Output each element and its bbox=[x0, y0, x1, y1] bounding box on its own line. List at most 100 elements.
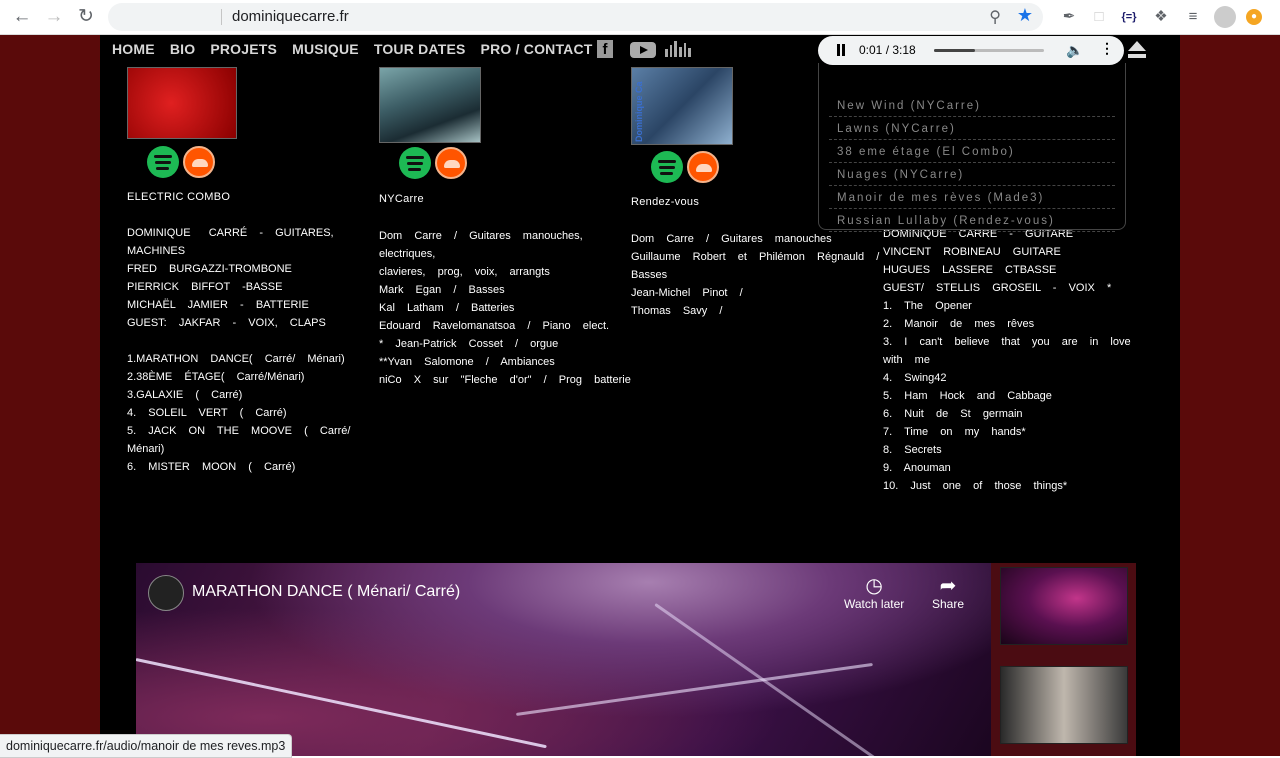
playlist-item[interactable]: Lawns (NYCarre) bbox=[829, 118, 1115, 140]
lineup-line: Edouard Ravelomanatsoa / Piano elect. bbox=[379, 320, 610, 332]
track-line: 1. The Opener bbox=[883, 300, 972, 312]
streaming-links bbox=[399, 147, 467, 179]
nav-musique[interactable]: MUSIQUE bbox=[292, 41, 359, 63]
lineup-line: HUGUES LASSERE CTBASSE bbox=[883, 264, 1057, 276]
playlist-item[interactable]: 38 eme étage (El Combo) bbox=[829, 141, 1115, 163]
streaming-links bbox=[147, 146, 215, 178]
lineup-line: PIERRICK BIFFOT -BASSE bbox=[127, 281, 283, 293]
zoom-icon[interactable]: ⚲ bbox=[989, 7, 1001, 27]
reading-list-icon[interactable]: ≡ bbox=[1182, 6, 1204, 28]
soundcloud-icon[interactable] bbox=[183, 146, 215, 178]
track-line: 3. I can't believe that you are in love bbox=[883, 336, 1131, 348]
forward-icon[interactable]: → bbox=[42, 5, 66, 29]
nav-home[interactable]: HOME bbox=[112, 41, 155, 63]
share-icon: ➦ bbox=[939, 575, 957, 597]
extensions-puzzle-icon[interactable]: ❖ bbox=[1150, 6, 1172, 28]
nav-projets[interactable]: PROJETS bbox=[210, 41, 277, 63]
clock-icon: ◷ bbox=[865, 575, 883, 597]
track-line: with me bbox=[883, 354, 930, 366]
browser-toolbar: ← → ↻ dominiquecarre.fr ⚲ ★ ✒ □ {=} ❖ ≡ … bbox=[0, 0, 1280, 35]
lineup-line: DOMINIQUE CARRÉ - GUITARES, bbox=[127, 227, 334, 239]
channel-avatar[interactable] bbox=[148, 575, 184, 611]
profile-avatar-icon[interactable] bbox=[1214, 6, 1236, 28]
track-line: 5. Ham Hock and Cabbage bbox=[883, 390, 1052, 402]
video-title[interactable]: MARATHON DANCE ( Ménari/ Carré) bbox=[192, 583, 460, 601]
back-icon[interactable]: ← bbox=[10, 5, 34, 29]
lineup-line: Jean-Michel Pinot / bbox=[631, 287, 743, 299]
playlist-item[interactable]: Manoir de mes rèves (Made3) bbox=[829, 187, 1115, 209]
project-lineup: DOMINIQUE CARRÉ - GUITARES, MACHINES FRE… bbox=[127, 224, 350, 476]
lineup-line: FRED BURGAZZI-TROMBONE bbox=[127, 263, 292, 275]
playlist-item[interactable]: Nuages (NYCarre) bbox=[829, 164, 1115, 186]
album-cover-nycarre[interactable] bbox=[379, 67, 481, 143]
video-thumbnail[interactable] bbox=[1000, 567, 1128, 645]
share-button[interactable]: ➦ Share bbox=[932, 575, 964, 611]
youtube-embed[interactable]: MARATHON DANCE ( Ménari/ Carré) ◷ Watch … bbox=[136, 563, 1136, 756]
address-bar[interactable]: dominiquecarre.fr ⚲ ★ bbox=[108, 3, 1043, 31]
cover-artist-text: Dominique Ca bbox=[634, 81, 644, 142]
extension-orange-icon[interactable]: ● bbox=[1246, 9, 1262, 25]
lineup-line: Kal Latham / Batteries bbox=[379, 302, 515, 314]
video-light-streak bbox=[516, 662, 873, 716]
lineup-line: clavieres, prog, voix, arrangts bbox=[379, 266, 550, 278]
top-navigation: HOME BIO PROJETS MUSIQUE TOUR DATES PRO … bbox=[112, 41, 608, 63]
lineup-line: Mark Egan / Basses bbox=[379, 284, 505, 296]
lineup-line: * Jean-Patrick Cosset / orgue bbox=[379, 338, 559, 350]
audio-player: 0:01 / 3:18 🔈 ⋮ bbox=[818, 36, 1124, 65]
progress-fill bbox=[934, 49, 975, 52]
progress-slider[interactable] bbox=[934, 49, 1044, 52]
extension-eyedropper-icon[interactable]: ✒ bbox=[1058, 6, 1080, 28]
lineup-line: VINCENT ROBINEAU GUITARE bbox=[883, 246, 1061, 258]
lineup-line: GUEST/ STELLIS GROSEIL - VOIX * bbox=[883, 282, 1112, 294]
nav-pro-contact[interactable]: PRO / CONTACT bbox=[481, 41, 593, 63]
spotify-icon[interactable] bbox=[399, 147, 431, 179]
bookmark-star-icon[interactable]: ★ bbox=[1017, 5, 1033, 26]
nav-bio[interactable]: BIO bbox=[170, 41, 196, 63]
extension-json-icon[interactable]: {=} bbox=[1118, 6, 1140, 28]
watch-later-label: Watch later bbox=[844, 597, 905, 611]
watch-later-button[interactable]: ◷ Watch later bbox=[844, 575, 904, 611]
lineup-line: Dom Carre / Guitares manouches, bbox=[379, 230, 583, 242]
share-label: Share bbox=[932, 597, 965, 611]
project-title: Rendez-vous bbox=[631, 196, 700, 208]
volume-icon[interactable]: 🔈 bbox=[1066, 42, 1083, 59]
soundcloud-icon[interactable] bbox=[687, 151, 719, 183]
track-line: 6. MISTER MOON ( Carré) bbox=[127, 461, 296, 473]
track-line: 8. Secrets bbox=[883, 444, 942, 456]
video-frame[interactable]: MARATHON DANCE ( Ménari/ Carré) ◷ Watch … bbox=[136, 563, 991, 756]
track-line: 9. Anouman bbox=[883, 462, 951, 474]
project-title: ELECTRIC COMBO bbox=[127, 191, 231, 203]
project-title: NYCarre bbox=[379, 193, 424, 205]
nav-tour-dates[interactable]: TOUR DATES bbox=[374, 41, 466, 63]
address-url[interactable]: dominiquecarre.fr bbox=[232, 8, 349, 25]
address-separator bbox=[221, 9, 222, 25]
reload-icon[interactable]: ↻ bbox=[74, 5, 98, 29]
audio-playlist: New Wind (NYCarre) Lawns (NYCarre) 38 em… bbox=[818, 63, 1126, 232]
pause-icon[interactable] bbox=[837, 44, 840, 56]
playlist-item[interactable]: Russian Lullaby (Rendez-vous) bbox=[829, 210, 1115, 232]
spotify-icon[interactable] bbox=[147, 146, 179, 178]
soundcloud-icon[interactable] bbox=[435, 147, 467, 179]
lineup-line: Thomas Savy / bbox=[631, 305, 723, 317]
audio-bars-icon[interactable] bbox=[665, 41, 692, 57]
eject-icon[interactable] bbox=[1128, 41, 1146, 59]
project-lineup: Dom Carre / Guitares manouches Guillaume… bbox=[631, 230, 879, 320]
more-options-icon[interactable]: ⋮ bbox=[1100, 40, 1114, 57]
track-line: 7. Time on my hands* bbox=[883, 426, 1026, 438]
extension-square-icon[interactable]: □ bbox=[1088, 6, 1110, 28]
lineup-line: GUEST: JAKFAR - VOIX, CLAPS bbox=[127, 317, 326, 329]
track-line: 4. Swing42 bbox=[883, 372, 947, 384]
track-line: 1.MARATHON DANCE( Carré/ Ménari) bbox=[127, 353, 345, 365]
video-thumbnail[interactable] bbox=[1000, 666, 1128, 744]
youtube-icon[interactable] bbox=[630, 42, 656, 58]
album-cover-rendez-vous[interactable]: Dominique Ca bbox=[631, 67, 733, 145]
facebook-icon[interactable]: f bbox=[597, 40, 613, 58]
spotify-icon[interactable] bbox=[651, 151, 683, 183]
lineup-line: MICHAËL JAMIER - BATTERIE bbox=[127, 299, 309, 311]
album-cover-electric-combo[interactable] bbox=[127, 67, 237, 139]
track-line: 3.GALAXIE ( Carré) bbox=[127, 389, 243, 401]
playlist-item[interactable]: New Wind (NYCarre) bbox=[829, 95, 1115, 117]
link-status-bar: dominiquecarre.fr/audio/manoir de mes re… bbox=[0, 734, 293, 758]
lineup-line: Guillaume Robert et Philémon Régnauld / bbox=[631, 251, 880, 263]
track-line: Ménari) bbox=[127, 443, 165, 455]
